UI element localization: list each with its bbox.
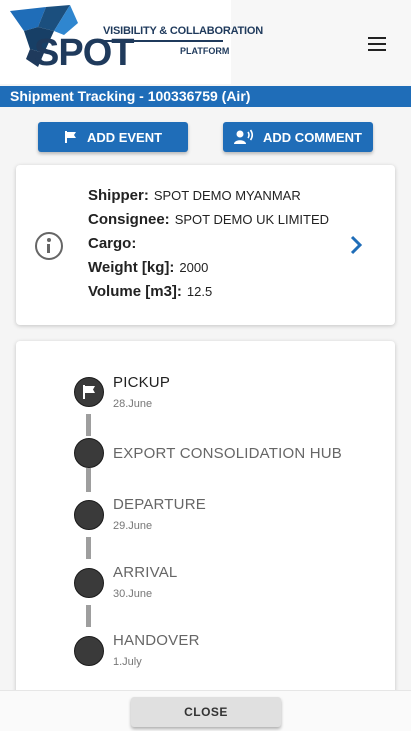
- cargo-label: Cargo:: [88, 235, 137, 252]
- shipment-details: Shipper: SPOT DEMO MYANMAR Consignee: SP…: [88, 187, 329, 307]
- timeline-dot-handover: [74, 636, 104, 666]
- consignee-label: Consignee:: [88, 211, 170, 228]
- dialog-footer: CLOSE: [0, 690, 411, 731]
- timeline-connector: [86, 605, 91, 627]
- add-event-label: ADD EVENT: [86, 129, 163, 145]
- timeline-step-name: HANDOVER: [113, 632, 200, 649]
- hamburger-menu-icon[interactable]: [361, 30, 393, 58]
- add-event-button[interactable]: ADD EVENT: [38, 122, 188, 152]
- timeline-connector: [86, 414, 91, 436]
- timeline-connector: [86, 468, 91, 492]
- close-button[interactable]: CLOSE: [131, 697, 281, 727]
- page-title: Shipment Tracking - 100336759 (Air): [0, 86, 411, 107]
- timeline-step-date: 28.June: [113, 398, 153, 410]
- timeline-step-name: DEPARTURE: [113, 496, 206, 513]
- menu-bar: [368, 49, 386, 51]
- menu-bar: [368, 43, 386, 45]
- flag-icon: [64, 130, 78, 144]
- add-comment-label: ADD COMMENT: [263, 129, 362, 145]
- shipper-label: Shipper:: [88, 187, 149, 204]
- add-comment-button[interactable]: ADD COMMENT: [223, 122, 373, 152]
- spot-logo: SPOT VISIBILITY & COLLABORATION PLATFORM: [0, 0, 263, 84]
- person-voice-icon: [234, 129, 254, 145]
- logo-tagline-top: VISIBILITY & COLLABORATION: [103, 25, 264, 37]
- logo-tagline-bottom: PLATFORM: [180, 46, 230, 56]
- timeline-dot-arrival: [74, 568, 104, 598]
- logo-divider: [103, 40, 223, 42]
- menu-bar: [368, 37, 386, 39]
- timeline-dot-departure: [74, 500, 104, 530]
- timeline-step-name: PICKUP: [113, 374, 171, 391]
- shipment-info-card: Shipper: SPOT DEMO MYANMAR Consignee: SP…: [16, 165, 395, 325]
- timeline-dot-pickup: [74, 377, 104, 407]
- consignee-value: SPOT DEMO UK LIMITED: [174, 212, 330, 227]
- volume-label: Volume [m3]:: [88, 283, 182, 300]
- flag-icon: [83, 385, 95, 399]
- timeline-step-name: EXPORT CONSOLIDATION HUB: [113, 445, 343, 462]
- timeline-dot-export-hub: [74, 438, 104, 468]
- info-icon[interactable]: [35, 232, 63, 260]
- app-header: SPOT VISIBILITY & COLLABORATION PLATFORM: [0, 0, 411, 84]
- consignee-row: Consignee: SPOT DEMO UK LIMITED: [88, 211, 329, 235]
- weight-value: 2000: [179, 260, 209, 275]
- volume-row: Volume [m3]: 12.5: [88, 283, 329, 307]
- shipper-value: SPOT DEMO MYANMAR: [153, 188, 301, 203]
- timeline-step-date: 30.June: [113, 588, 153, 600]
- timeline-step-date: 29.June: [113, 520, 153, 532]
- volume-value: 12.5: [186, 284, 213, 299]
- timeline-connector: [86, 537, 91, 559]
- weight-row: Weight [kg]: 2000: [88, 259, 329, 283]
- timeline-step-date: 1.July: [113, 656, 142, 668]
- shipper-row: Shipper: SPOT DEMO MYANMAR: [88, 187, 329, 211]
- weight-label: Weight [kg]:: [88, 259, 175, 276]
- cargo-row: Cargo:: [88, 235, 329, 259]
- timeline-step-name: ARRIVAL: [113, 564, 178, 581]
- chevron-right-icon[interactable]: [346, 235, 366, 255]
- shipment-timeline: PICKUP 28.June EXPORT CONSOLIDATION HUB …: [16, 341, 395, 701]
- logo-wordmark: SPOT: [34, 32, 134, 74]
